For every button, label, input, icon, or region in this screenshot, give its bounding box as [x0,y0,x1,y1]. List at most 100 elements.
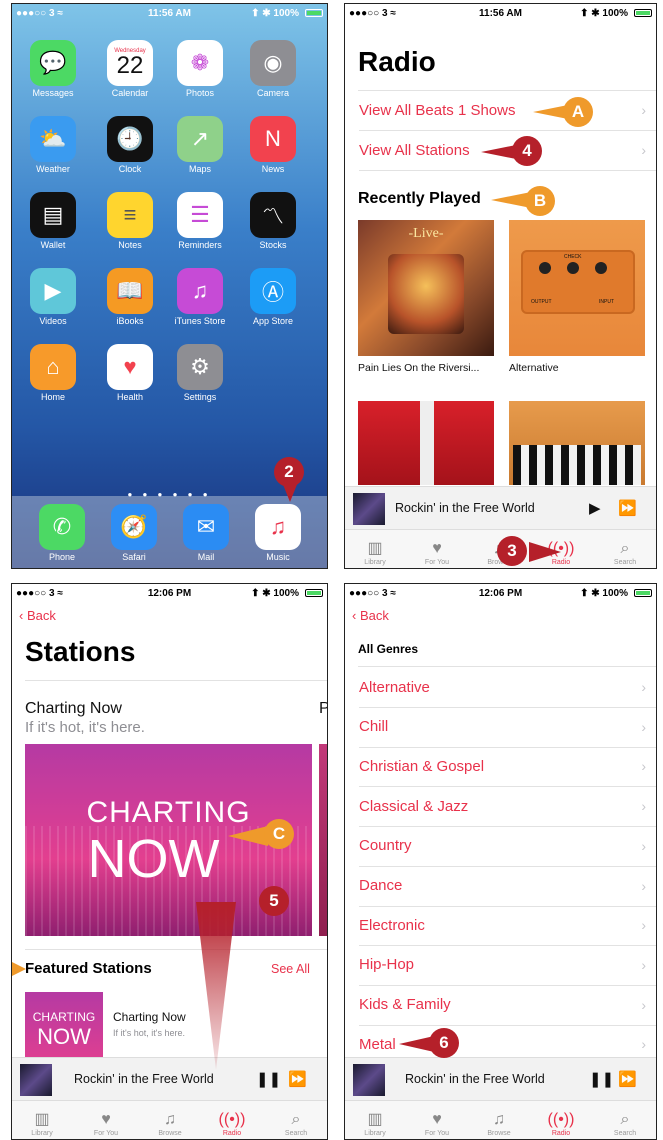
genre-label: Chill [359,718,389,736]
genre-label: Country [359,837,412,855]
next-card-peek: P [319,700,327,718]
app-calendar[interactable]: Wednesday 22 Calendar [98,40,162,98]
genre-row[interactable]: Dance › [359,866,656,907]
mini-player[interactable]: Rockin' in the Free World ❚❚ ⏩ [345,1057,656,1102]
guitar-tile[interactable] [358,401,494,485]
dock-phone[interactable]: ✆ Phone [30,504,94,562]
genre-label: Kids & Family [359,996,451,1014]
app-ibooks[interactable]: 📖 iBooks [98,268,162,326]
dock-mail[interactable]: ✉ Mail [174,504,238,562]
app-wallet[interactable]: ▤ Wallet [21,192,85,250]
tab-for-you[interactable]: ♥ For You [407,539,467,566]
camera-icon: ◉ [250,40,296,86]
stocks-icon: 〽 [250,192,296,238]
pause-icon[interactable]: ❚❚ [256,1070,281,1088]
app-settings[interactable]: ⚙ Settings [168,344,232,402]
app-stocks[interactable]: 〽 Stocks [241,192,305,250]
calendar-day: 22 [116,52,144,79]
album-tile[interactable]: -Live- [358,220,494,356]
app-store-icon: Ⓐ [250,268,296,314]
dock-music[interactable]: ♫ Music [246,504,310,562]
step-5-pointer [196,902,236,1070]
mail-icon: ✉ [183,504,229,550]
app-reminders[interactable]: ☰ Reminders [168,192,232,250]
chevron-right-icon: › [641,679,646,695]
battery-icon [305,9,323,17]
back-button[interactable]: ‹ Back [19,608,56,623]
heart-icon: ♥ [101,1111,111,1128]
app-news[interactable]: N News [241,116,305,174]
genre-row[interactable]: Hip-Hop › [359,945,656,986]
app-videos[interactable]: ▶ Videos [21,268,85,326]
app-label: Mail [197,552,215,562]
tab-search[interactable]: ⌕ Search [266,1110,326,1137]
app-weather[interactable]: ⛅ Weather [21,116,85,174]
search-icon: ⌕ [620,540,630,557]
genre-row[interactable]: Electronic › [359,905,656,947]
tab-for-you[interactable]: ♥ For You [76,1110,136,1137]
app-home[interactable]: ⌂ Home [21,344,85,402]
genre-row[interactable]: Country › [359,826,656,867]
list-header: All Genres [358,642,419,656]
app-maps[interactable]: ↗ Maps [168,116,232,174]
genre-row[interactable]: Christian & Gospel › [359,746,656,788]
beats1-shows-link[interactable]: View All Beats 1 Shows › [359,90,656,131]
tab-library[interactable]: ▥ Library [345,539,405,566]
app-messages[interactable]: 💬 Messages [21,40,85,98]
tab-radio[interactable]: ((•)) Radio [202,1110,262,1137]
app-notes[interactable]: ≡ Notes [98,192,162,250]
app-label: Home [40,392,65,402]
app-label: Safari [122,552,146,562]
app-label: iTunes Store [174,316,226,326]
callout-b: B [525,186,555,216]
genre-row[interactable]: Classical & Jazz › [359,786,656,828]
mini-player[interactable]: Rockin' in the Free World ▶ ⏩ [345,486,656,531]
app-health[interactable]: ♥ Health [98,344,162,402]
page-title: Radio [358,46,436,77]
app-photos[interactable]: ❁ Photos [168,40,232,98]
calendar-icon: Wednesday 22 [107,40,153,86]
tile-label: Pain Lies On the Riversi... [358,362,480,374]
tab-bar: ▥ Library ♥ For You ♫ Browse ((•)) Radio ⌕ Se… [12,1100,327,1139]
radio-screen: ●●●○○ 3 ≈ 11:56 AM ⬆ ✱ 100% Radio View A… [344,3,657,569]
app-camera[interactable]: ◉ Camera [241,40,305,98]
tab-radio[interactable]: ((•)) Radio [531,1110,591,1137]
chevron-right-icon: › [641,102,646,118]
dock-safari[interactable]: 🧭 Safari [102,504,166,562]
see-all-link[interactable]: See All [271,962,310,976]
fast-forward-icon[interactable]: ⏩ [618,499,637,517]
tab-library[interactable]: ▥ Library [12,1110,72,1137]
synth-tile[interactable] [509,401,645,485]
pause-icon[interactable]: ❚❚ [589,1070,614,1088]
back-button[interactable]: ‹ Back [352,608,389,623]
genre-row[interactable]: Kids & Family › [359,985,656,1026]
genre-row[interactable]: Alternative › [359,667,656,708]
play-icon[interactable]: ▶ [589,499,601,517]
note-icon: ♫ [493,1111,505,1128]
tab-label: Search [613,1130,637,1137]
now-playing-title: Rockin' in the Free World [74,1072,214,1086]
genre-label: Electronic [359,916,425,934]
heart-icon: ♥ [432,540,442,557]
fast-forward-icon[interactable]: ⏩ [618,1070,637,1088]
clock-icon: 🕘 [107,116,153,162]
tab-library[interactable]: ▥ Library [345,1110,405,1137]
tab-search[interactable]: ⌕ Search [595,1110,655,1137]
tab-browse[interactable]: ♫ Browse [469,1110,529,1137]
page-title: Stations [25,636,136,667]
now-playing-artwork [353,1064,385,1096]
pedal-tile[interactable]: CHECK OUTPUT INPUT [509,220,645,356]
app-itunes-store[interactable]: ♫ iTunes Store [168,268,232,326]
tab-search[interactable]: ⌕ Search [595,539,655,566]
mini-player[interactable]: Rockin' in the Free World ❚❚ ⏩ [12,1057,327,1102]
tab-for-you[interactable]: ♥ For You [407,1110,467,1137]
app-label: Weather [36,164,70,174]
fast-forward-icon[interactable]: ⏩ [288,1070,307,1088]
tab-browse[interactable]: ♫ Browse [140,1110,200,1137]
genre-label: Dance [359,877,403,894]
app-clock[interactable]: 🕘 Clock [98,116,162,174]
now-playing-title: Rockin' in the Free World [395,501,535,515]
step-5-callout: 5 [259,886,289,916]
genre-row[interactable]: Chill › [359,707,656,748]
app-app-store[interactable]: Ⓐ App Store [241,268,305,326]
